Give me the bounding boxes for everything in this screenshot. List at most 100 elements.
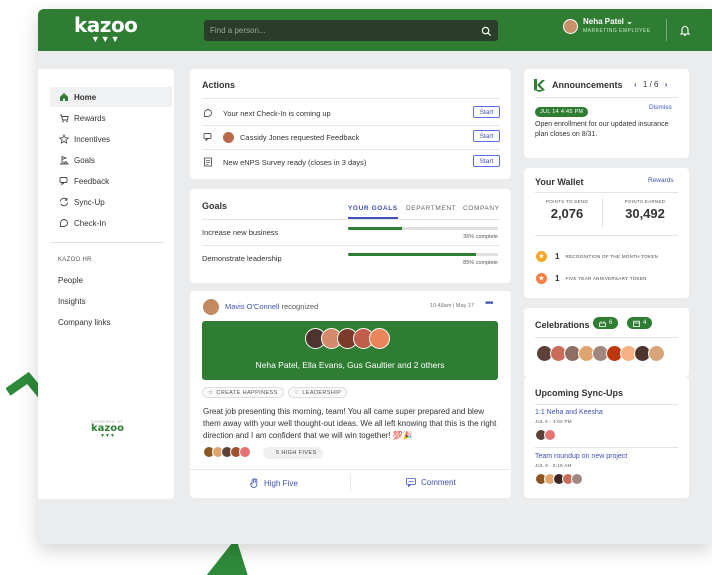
goal-progress-bar (348, 227, 498, 230)
announcements-title: Announcements (552, 80, 623, 90)
post-timestamp: 10:48am | May 17 (430, 303, 474, 309)
syncup-link[interactable]: Team roundup on new project (535, 453, 627, 460)
sidebar-link-insights[interactable]: Insights (58, 297, 86, 306)
user-avatar (563, 19, 578, 34)
value-chip[interactable]: ☆ CREATE HAPPINESS (202, 387, 284, 398)
kazoo-k-icon (534, 79, 545, 92)
bell-icon[interactable] (679, 24, 691, 42)
comment-button[interactable]: Comment (406, 478, 456, 487)
action-text: Cassidy Jones requested Feedback (240, 132, 360, 142)
prev-arrow-icon[interactable]: ‹ (634, 80, 637, 89)
checkin-icon (202, 108, 213, 119)
divider (202, 98, 500, 99)
more-options-icon[interactable]: ••• (485, 298, 493, 309)
points-earned-label: POINTS EARNED (624, 199, 666, 204)
chevron-down-icon: ⌄ (626, 17, 633, 26)
sidebar-item-feedback[interactable]: Feedback (50, 171, 172, 191)
post-author-link[interactable]: Mavis O'Connell (225, 302, 279, 311)
feedback-icon (58, 176, 69, 187)
sidebar-link-people[interactable]: People (58, 276, 83, 285)
anniversaries-badge[interactable]: 4 (627, 317, 653, 329)
syncup-link[interactable]: 1:1 Neha and Keesha (535, 409, 603, 416)
syncup-time: JUL 5 - 4:00 PM (535, 419, 572, 424)
token-count: 1 (555, 251, 560, 261)
goal-progress-fill (348, 253, 476, 256)
survey-icon (202, 157, 213, 168)
search-icon[interactable] (481, 24, 492, 42)
avatar (203, 299, 219, 315)
cart-icon (58, 113, 69, 124)
value-chip[interactable]: ♡ LEADERSHIP (288, 387, 348, 398)
sidebar-item-sync-up[interactable]: Sync-Up (50, 192, 172, 212)
goal-progress-label: 36% complete (463, 234, 498, 240)
goal-name[interactable]: Demonstrate leadership (202, 254, 282, 263)
kazoo-logo[interactable]: kazoo ▼▼▼ (74, 15, 138, 44)
checkin-icon (58, 218, 69, 229)
action-text: Your next Check-In is coming up (223, 108, 331, 118)
birthdays-badge[interactable]: 6 (593, 317, 619, 329)
birthdays-count: 6 (609, 320, 613, 326)
sidebar-item-home[interactable]: Home (50, 87, 172, 107)
sidebar-item-label: Sync-Up (74, 197, 105, 207)
divider (202, 149, 500, 150)
start-check-in-button[interactable]: Start (473, 106, 500, 118)
comment-icon (406, 478, 416, 487)
home-icon (58, 92, 69, 103)
sidebar-item-label: Incentives (74, 134, 111, 144)
syncup-avatars (535, 473, 605, 487)
action-row-feedback: Cassidy Jones requested Feedback Start (202, 130, 500, 144)
token-row[interactable]: ★ 1 FIVE YEAR ANNIVERSARY TOKEN (536, 272, 647, 284)
tab-department[interactable]: DEPARTMENT (406, 205, 456, 212)
rewards-link[interactable]: Rewards (648, 177, 674, 184)
goal-progress-label: 85% complete (463, 260, 498, 266)
sync-icon (58, 197, 69, 208)
divider (202, 125, 500, 126)
divider (350, 475, 351, 491)
token-icon: ★ (536, 272, 547, 284)
value-chip-label: LEADERSHIP (302, 389, 342, 396)
celebrations-card: Celebrations 6 4 (524, 308, 689, 377)
divider (202, 245, 500, 246)
feedback-icon (202, 132, 213, 143)
sidebar-item-rewards[interactable]: Rewards (50, 108, 172, 128)
app-window: kazoo ▼▼▼ Neha Patel ⌄ MARKETING EMPLOYE… (38, 9, 712, 544)
tab-your-goals[interactable]: YOUR GOALS (348, 205, 398, 212)
sidebar-item-check-in[interactable]: Check-In (50, 213, 172, 233)
syncups-title: Upcoming Sync-Ups (535, 388, 624, 398)
post-verb: recognized (281, 302, 319, 311)
announcements-card: Announcements ‹ 1 / 6 › JUL 14 4:45 PM D… (524, 69, 689, 158)
syncup-avatars (535, 429, 565, 443)
token-icon: ★ (536, 250, 547, 262)
wallet-card: Your Wallet Rewards POINTS TO SEND 2,076… (524, 168, 689, 298)
hand-icon (250, 478, 259, 488)
divider (202, 219, 500, 220)
goal-progress-bar (348, 253, 498, 256)
star-icon (58, 134, 69, 145)
goal-name[interactable]: Increase new business (202, 228, 278, 237)
sidebar-item-goals[interactable]: Goals (50, 150, 172, 170)
high-five-summary[interactable]: 5 HIGH FIVES (203, 446, 323, 460)
token-row[interactable]: ★ 1 RECOGNITION OF THE MONTH TOKEN (536, 250, 658, 262)
topbar-divider (666, 19, 667, 41)
points-to-send: POINTS TO SEND 2,076 (532, 195, 602, 231)
start-feedback-button[interactable]: Start (473, 130, 500, 142)
footer-logo-mark: ▼▼▼ (100, 433, 115, 439)
goals-title: Goals (202, 201, 228, 211)
start-survey-button[interactable]: Start (473, 155, 500, 167)
sidebar-item-label: Home (74, 92, 97, 102)
recipients-text: Neha Patel, Ella Evans, Gus Gaultier and… (255, 360, 445, 370)
celebrations-title: Celebrations (535, 320, 590, 330)
search-input[interactable] (204, 20, 474, 41)
sidebar-item-incentives[interactable]: Incentives (50, 129, 172, 149)
tab-company[interactable]: COMPANY (463, 205, 500, 212)
high-five-button[interactable]: High Five (250, 478, 298, 488)
token-name: FIVE YEAR ANNIVERSARY TOKEN (565, 275, 647, 281)
cake-icon (599, 320, 606, 327)
actions-title: Actions (202, 80, 236, 90)
celebration-avatars[interactable] (536, 345, 686, 365)
next-arrow-icon[interactable]: › (665, 80, 668, 89)
dismiss-link[interactable]: Dismiss (649, 104, 672, 111)
comment-label: Comment (421, 478, 456, 487)
sidebar-link-company-links[interactable]: Company links (58, 318, 110, 327)
recognition-post-card: Mavis O'Connell recognized 10:48am | May… (190, 291, 511, 498)
